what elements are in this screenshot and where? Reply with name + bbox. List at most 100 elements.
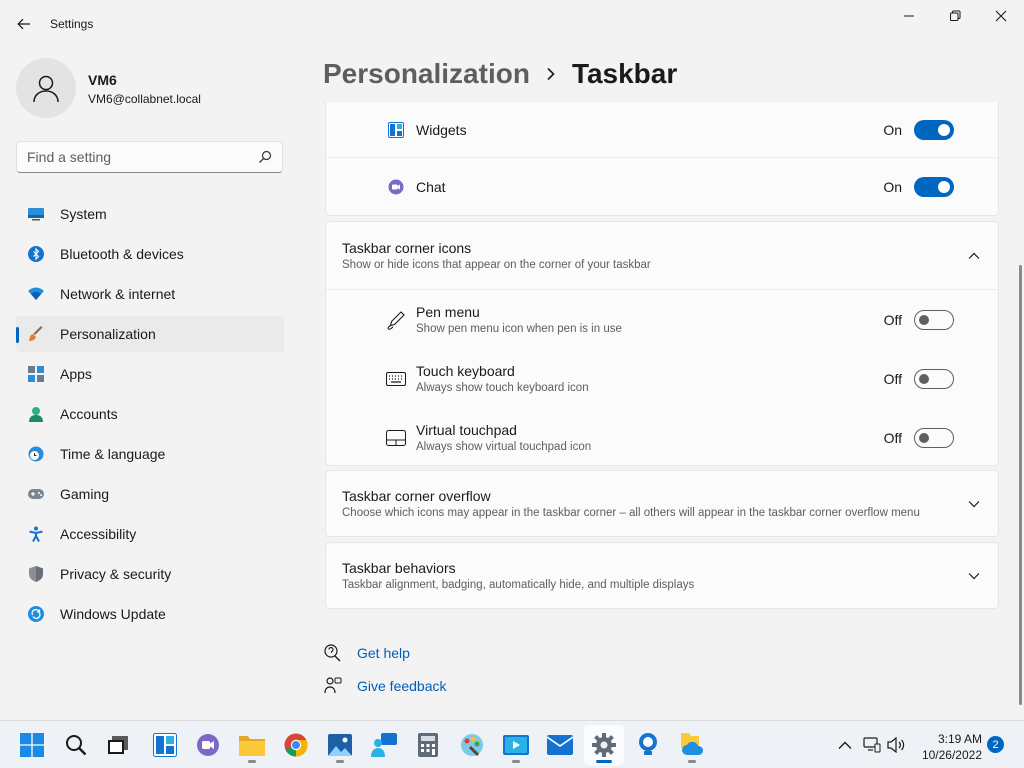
sidebar-item-gaming[interactable]: Gaming xyxy=(16,476,284,512)
user-profile[interactable]: VM6 VM6@collabnet.local xyxy=(16,56,286,120)
corner-icons-card: Taskbar corner icons Show or hide icons … xyxy=(325,221,999,466)
settings-button[interactable] xyxy=(584,725,624,765)
system-clock[interactable]: 3:19 AM 10/26/2022 xyxy=(912,731,982,763)
media-player-icon xyxy=(503,735,529,755)
chevron-up-icon[interactable] xyxy=(966,248,982,264)
minimize-button[interactable] xyxy=(886,0,932,32)
chevron-down-icon[interactable] xyxy=(966,568,982,584)
photos-icon xyxy=(328,734,352,756)
mail-button[interactable] xyxy=(540,725,580,765)
calculator-button[interactable] xyxy=(408,725,448,765)
breadcrumb-parent[interactable]: Personalization xyxy=(323,58,530,90)
volume-icon[interactable] xyxy=(887,735,907,755)
people-button[interactable] xyxy=(364,725,404,765)
back-button[interactable] xyxy=(10,10,38,38)
pen-menu-desc: Show pen menu icon when pen is in use xyxy=(416,323,622,335)
sidebar-item-accessibility[interactable]: Accessibility xyxy=(16,516,284,552)
widgets-button[interactable] xyxy=(145,725,185,765)
behaviors-desc: Taskbar alignment, badging, automaticall… xyxy=(342,579,695,591)
user-name: VM6 xyxy=(88,72,117,88)
pen-menu-state: Off xyxy=(883,311,902,328)
pen-menu-toggle[interactable] xyxy=(914,309,954,330)
back-arrow-icon xyxy=(17,18,30,30)
virtual-touchpad-toggle[interactable] xyxy=(914,427,954,448)
sidebar-item-personalization[interactable]: Personalization xyxy=(16,316,284,352)
sidebar-item-apps[interactable]: Apps xyxy=(16,356,284,392)
corner-overflow-title: Taskbar corner overflow xyxy=(342,488,491,504)
chat-title: Chat xyxy=(416,179,446,195)
chrome-button[interactable] xyxy=(276,725,316,765)
sidebar-item-accounts[interactable]: Accounts xyxy=(16,396,284,432)
widgets-icon xyxy=(386,120,406,140)
sidebar-nav: System Bluetooth & devices Network & int… xyxy=(16,196,284,636)
avatar[interactable] xyxy=(16,58,76,118)
onedrive-button[interactable] xyxy=(672,725,712,765)
virtual-touchpad-title: Virtual touchpad xyxy=(416,422,517,438)
sidebar-item-time-language[interactable]: Time & language xyxy=(16,436,284,472)
chrome-icon xyxy=(284,733,308,757)
widgets-toggle[interactable] xyxy=(914,119,954,140)
sidebar-item-label: Accounts xyxy=(60,406,118,422)
file-explorer-button[interactable] xyxy=(232,725,272,765)
sidebar-item-label: System xyxy=(60,206,107,222)
search-input[interactable] xyxy=(27,149,247,165)
corner-overflow-card[interactable]: Taskbar corner overflow Choose which ico… xyxy=(325,470,999,537)
network-icon[interactable] xyxy=(862,735,882,755)
clock-globe-icon xyxy=(28,446,44,462)
media-player-button[interactable] xyxy=(496,725,536,765)
feedback-icon xyxy=(323,676,343,696)
sidebar-item-label: Time & language xyxy=(60,446,166,462)
sidebar-item-windows-update[interactable]: Windows Update xyxy=(16,596,284,632)
behaviors-title: Taskbar behaviors xyxy=(342,560,456,576)
toggle-knob xyxy=(919,314,929,325)
taskbar-search-button[interactable] xyxy=(56,725,96,765)
chat-button[interactable] xyxy=(188,725,228,765)
behaviors-header[interactable]: Taskbar behaviors Taskbar alignment, bad… xyxy=(326,543,998,608)
system-icon xyxy=(28,206,44,222)
folder-icon xyxy=(239,736,265,756)
virtual-touchpad-state: Off xyxy=(883,429,902,446)
restore-button[interactable] xyxy=(932,0,978,32)
people-icon xyxy=(371,733,397,757)
running-indicator xyxy=(336,760,344,763)
corner-overflow-desc: Choose which icons may appear in the tas… xyxy=(342,507,920,519)
widgets-title: Widgets xyxy=(416,121,467,138)
sidebar-item-label: Windows Update xyxy=(60,606,166,622)
touch-keyboard-toggle[interactable] xyxy=(914,368,954,389)
clock-date: 10/26/2022 xyxy=(921,748,982,762)
pen-icon xyxy=(386,310,406,330)
sidebar-item-privacy[interactable]: Privacy & security xyxy=(16,556,284,592)
corner-overflow-header[interactable]: Taskbar corner overflow Choose which ico… xyxy=(326,471,998,536)
corner-icons-header[interactable]: Taskbar corner icons Show or hide icons … xyxy=(326,222,998,289)
toggle-knob xyxy=(938,181,950,193)
give-feedback-label[interactable]: Give feedback xyxy=(357,678,447,694)
get-help-link[interactable]: Get help xyxy=(323,643,447,663)
sidebar-item-network[interactable]: Network & internet xyxy=(16,276,284,312)
task-view-icon xyxy=(108,736,128,754)
behaviors-card[interactable]: Taskbar behaviors Taskbar alignment, bad… xyxy=(325,542,999,609)
search-box[interactable] xyxy=(16,141,283,173)
paint-button[interactable] xyxy=(452,725,492,765)
virtual-touchpad-desc: Always show virtual touchpad icon xyxy=(416,441,592,453)
tips-button[interactable] xyxy=(628,725,668,765)
windows-taskbar: 3:19 AM 10/26/2022 2 xyxy=(0,720,1024,768)
get-help-label[interactable]: Get help xyxy=(357,645,410,661)
calculator-icon xyxy=(418,733,438,757)
toggle-knob xyxy=(919,373,929,384)
chat-toggle[interactable] xyxy=(914,177,954,197)
shield-icon xyxy=(28,566,44,582)
scrollbar[interactable] xyxy=(1019,265,1022,705)
task-view-button[interactable] xyxy=(98,725,138,765)
touch-keyboard-desc: Always show touch keyboard icon xyxy=(416,382,589,394)
give-feedback-link[interactable]: Give feedback xyxy=(323,676,447,696)
pen-menu-row: Pen menu Show pen menu icon when pen is … xyxy=(326,290,998,349)
sidebar-item-system[interactable]: System xyxy=(16,196,284,232)
chevron-up-icon[interactable] xyxy=(835,735,855,755)
search-icon[interactable] xyxy=(258,150,272,169)
notification-badge[interactable]: 2 xyxy=(987,736,1004,753)
sidebar-item-bluetooth[interactable]: Bluetooth & devices xyxy=(16,236,284,272)
chevron-down-icon[interactable] xyxy=(966,496,982,512)
start-button[interactable] xyxy=(12,725,52,765)
photos-button[interactable] xyxy=(320,725,360,765)
close-button[interactable] xyxy=(978,0,1024,32)
